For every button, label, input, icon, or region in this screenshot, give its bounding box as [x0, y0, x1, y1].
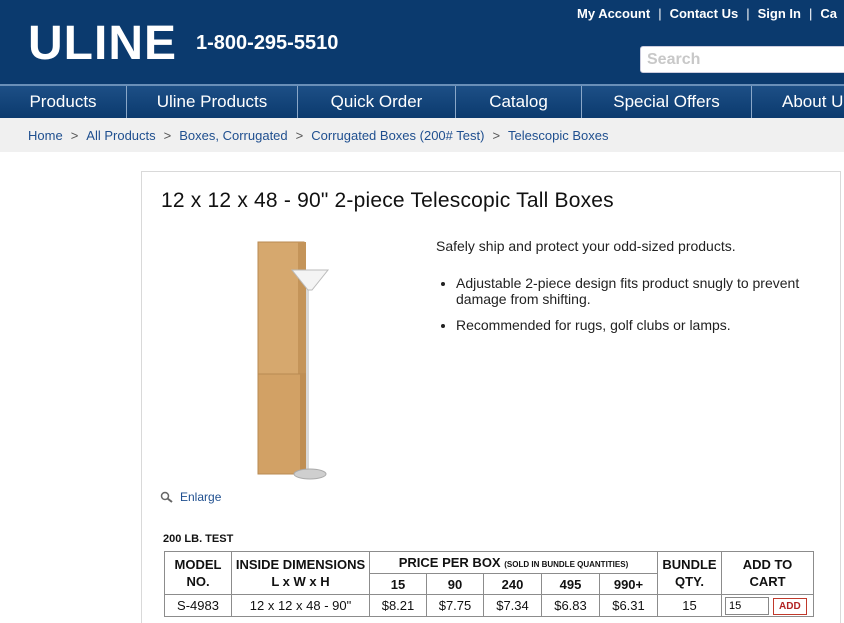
nav-products[interactable]: Products [0, 86, 127, 118]
contact-us-link[interactable]: Contact Us [670, 6, 739, 21]
dimensions-header-top: INSIDE DIMENSIONS [235, 557, 366, 572]
bundle-header: BUNDLE QTY. [657, 551, 722, 595]
divider: | [808, 6, 813, 21]
model-cell: S-4983 [164, 594, 232, 617]
price-header-label: PRICE PER BOX [398, 555, 501, 570]
breadcrumb-separator: > [163, 128, 172, 143]
divider: | [746, 6, 750, 21]
dimensions-header-bottom: L x W x H [271, 574, 330, 589]
nav-uline-products[interactable]: Uline Products [127, 86, 298, 118]
add-button[interactable]: ADD [773, 597, 807, 615]
nav-quick-order[interactable]: Quick Order [298, 86, 456, 118]
site-header: ULINE 1-800-295-5510 My Account | Contact … [0, 0, 844, 84]
breadcrumb-all-products[interactable]: All Products [86, 128, 155, 143]
product-image[interactable] [250, 238, 340, 486]
my-account-link[interactable]: My Account [577, 6, 650, 21]
tier-header: 495 [541, 573, 600, 595]
page-title: 12 x 12 x 48 - 90" 2-piece Telescopic Ta… [161, 189, 614, 212]
breadcrumb-separator: > [295, 128, 304, 143]
quantity-input[interactable] [725, 596, 769, 615]
divider: | [658, 6, 662, 21]
nav-special-offers[interactable]: Special Offers [582, 86, 752, 118]
tier-header: 90 [426, 573, 484, 595]
tier-header: 240 [483, 573, 542, 595]
top-links: My Account | Contact Us | Sign In | Ca [577, 6, 837, 21]
breadcrumb-telescopic-boxes[interactable]: Telescopic Boxes [508, 128, 608, 143]
nav-about-uline[interactable]: About U [752, 86, 844, 118]
tier-header: 15 [369, 573, 427, 595]
dimensions-cell: 12 x 12 x 48 - 90" [231, 594, 370, 617]
breadcrumb-home[interactable]: Home [28, 128, 63, 143]
breadcrumb-corrugated-boxes[interactable]: Corrugated Boxes (200# Test) [311, 128, 484, 143]
enlarge-label: Enlarge [180, 490, 222, 504]
product-intro: Safely ship and protect your odd-sized p… [436, 238, 736, 254]
sign-in-link[interactable]: Sign In [758, 6, 801, 21]
add-to-cart-cell: ADD [721, 594, 814, 617]
nav-catalog[interactable]: Catalog [456, 86, 582, 118]
price-header-note: (SOLD IN BUNDLE QUANTITIES) [504, 560, 629, 569]
price-cell: $6.31 [599, 594, 658, 617]
magnifier-icon [160, 491, 173, 503]
breadcrumb: Home > All Products > Boxes, Corrugated > Corr… [0, 118, 844, 152]
enlarge-link[interactable]: Enlarge [160, 490, 221, 504]
test-rating-label: 200 LB. TEST [163, 533, 234, 545]
table-row: S-4983 12 x 12 x 48 - 90" $8.21 $7.75 $7… [164, 594, 814, 617]
tier-header: 990+ [599, 573, 658, 595]
price-cell: $7.34 [483, 594, 542, 617]
model-header: MODEL NO. [164, 551, 232, 595]
price-cell: $7.75 [426, 594, 484, 617]
phone-number: 1-800-295-5510 [196, 32, 339, 54]
add-to-cart-header: ADD TO CART [721, 551, 814, 595]
price-header: PRICE PER BOX (SOLD IN BUNDLE QUANTITIES… [369, 551, 658, 574]
breadcrumb-separator: > [492, 128, 501, 143]
main-nav: Products Uline Products Quick Order Cata… [0, 84, 844, 118]
feature-item: Recommended for rugs, golf clubs or lamp… [456, 317, 806, 333]
price-cell: $6.83 [541, 594, 600, 617]
cart-link[interactable]: Ca [820, 6, 837, 21]
uline-logo[interactable]: ULINE [28, 16, 177, 71]
price-cell: $8.21 [369, 594, 427, 617]
product-table: MODEL NO. INSIDE DIMENSIONS L x W x H PR… [164, 551, 814, 617]
bundle-cell: 15 [657, 594, 722, 617]
feature-item: Adjustable 2-piece design fits product s… [456, 275, 806, 307]
breadcrumb-boxes-corrugated[interactable]: Boxes, Corrugated [179, 128, 287, 143]
dimensions-header: INSIDE DIMENSIONS L x W x H [231, 551, 370, 595]
breadcrumb-separator: > [70, 128, 79, 143]
search-input[interactable] [640, 46, 844, 73]
feature-list: Adjustable 2-piece design fits product s… [456, 275, 806, 343]
